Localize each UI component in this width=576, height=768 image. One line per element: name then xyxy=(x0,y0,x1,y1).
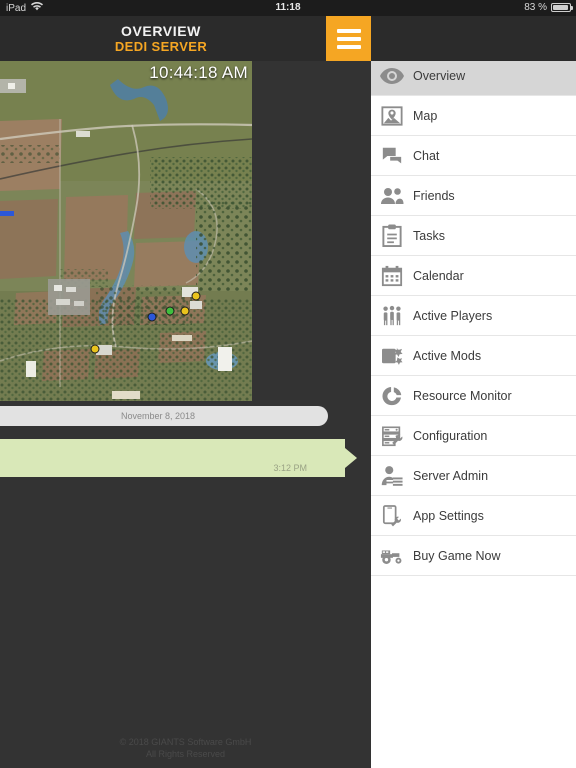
main-content: 10:44:18 AM November 8, 2018 3:12 PM © 2… xyxy=(0,61,371,768)
sidebar-item-label: Buy Game Now xyxy=(413,548,501,563)
puzzle-box-icon xyxy=(371,336,413,376)
sidebar-item-label: Server Admin xyxy=(413,468,489,483)
sidebar-item-tasks[interactable]: Tasks xyxy=(371,216,576,256)
sidebar-item-active-mods[interactable]: Active Mods xyxy=(371,336,576,376)
ios-status-bar: iPad 11:18 83 % xyxy=(0,0,576,16)
sidebar-item-server-admin[interactable]: Server Admin xyxy=(371,456,576,496)
calendar-icon xyxy=(371,256,413,296)
phone-wrench-icon xyxy=(371,496,413,536)
sidebar-menu-list: HomeOverviewMapChatFriendsTasksCalendarA… xyxy=(371,16,576,576)
status-bar-right: 83 % xyxy=(524,2,573,13)
sidebar-item-overview[interactable]: Overview xyxy=(371,56,576,96)
sidebar-item-calendar[interactable]: Calendar xyxy=(371,256,576,296)
three-persons-icon xyxy=(371,296,413,336)
chat-date-divider: November 8, 2018 xyxy=(0,406,328,426)
battery-icon xyxy=(551,3,573,12)
status-bar-clock: 11:18 xyxy=(275,2,301,13)
copyright-line-2: All Rights Reserved xyxy=(145,749,226,759)
sidebar-item-label: Active Players xyxy=(413,308,493,323)
sidebar-item-map[interactable]: Map xyxy=(371,96,576,136)
clipboard-icon xyxy=(371,216,413,256)
chat-bubble-time: 3:12 PM xyxy=(273,463,307,473)
sidebar-item-label: Overview xyxy=(413,68,466,83)
sidebar-item-label: Resource Monitor xyxy=(413,388,512,403)
sidebar-item-buy-game-now[interactable]: Buy Game Now xyxy=(371,536,576,576)
sidebar-item-chat[interactable]: Chat xyxy=(371,136,576,176)
map-time-overlay: 10:44:18 AM xyxy=(149,63,248,82)
sidebar-item-label: Active Mods xyxy=(413,348,482,363)
chat-bubbles-icon xyxy=(371,136,413,176)
people-icon xyxy=(371,176,413,216)
sidebar-item-app-settings[interactable]: App Settings xyxy=(371,496,576,536)
eye-icon xyxy=(371,56,413,96)
hamburger-menu-icon[interactable] xyxy=(326,16,371,61)
sidebar-item-resource-monitor[interactable]: Resource Monitor xyxy=(371,376,576,416)
map-image xyxy=(0,61,252,401)
sidebar-item-label: Friends xyxy=(413,188,455,203)
sidebar-item-label: Chat xyxy=(413,148,440,163)
sidebar-item-label: Tasks xyxy=(413,228,445,243)
page-title-block: OVERVIEW DEDI SERVER xyxy=(0,16,322,61)
map-photo-icon xyxy=(371,96,413,136)
chat-date-label: November 8, 2018 xyxy=(120,411,196,421)
battery-percent-label: 83 % xyxy=(524,2,547,13)
app-header: OVERVIEW DEDI SERVER xyxy=(0,16,576,61)
sidebar-item-label: Calendar xyxy=(413,268,464,283)
footer: © 2018 GIANTS Software GmbH All Rights R… xyxy=(0,736,371,768)
app-root: iPad 11:18 83 % OVERVIEW DEDI SERVER 10:… xyxy=(0,0,576,768)
map-preview[interactable]: 10:44:18 AM xyxy=(0,61,252,401)
tractor-icon xyxy=(371,536,413,576)
chat-bubble[interactable]: 3:12 PM xyxy=(0,439,357,477)
copyright-line-1: © 2018 GIANTS Software GmbH xyxy=(119,737,252,747)
sidebar-item-label: App Settings xyxy=(413,508,484,523)
sidebar-item-label: Map xyxy=(413,108,438,123)
pie-gauge-icon xyxy=(371,376,413,416)
sidebar-item-label: Configuration xyxy=(413,428,488,443)
sidebar-item-friends[interactable]: Friends xyxy=(371,176,576,216)
server-wrench-icon xyxy=(371,416,413,456)
navigation-drawer: HomeOverviewMapChatFriendsTasksCalendarA… xyxy=(371,16,576,768)
admin-person-icon xyxy=(371,456,413,496)
sidebar-item-configuration[interactable]: Configuration xyxy=(371,416,576,456)
page-title: OVERVIEW xyxy=(120,22,201,39)
sidebar-item-active-players[interactable]: Active Players xyxy=(371,296,576,336)
server-name-label: DEDI SERVER xyxy=(114,38,208,54)
chat-bubble-tail xyxy=(345,448,357,468)
